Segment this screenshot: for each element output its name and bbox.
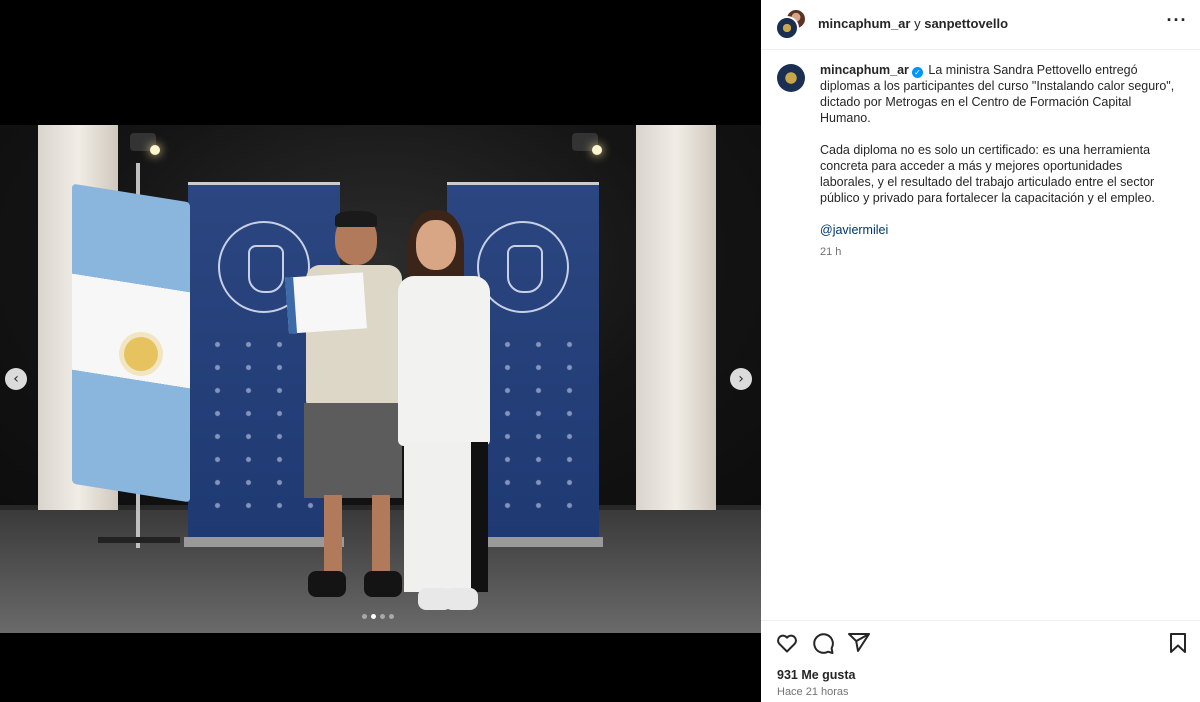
- caption-timestamp[interactable]: 21 h: [820, 244, 1178, 260]
- flag-sun: [124, 337, 158, 371]
- carousel-indicator: [362, 614, 394, 619]
- verified-badge-icon: ✓: [911, 67, 923, 78]
- comment-icon[interactable]: [811, 631, 835, 655]
- likes-count[interactable]: 931 Me gusta: [777, 668, 856, 682]
- man-leg: [324, 495, 342, 575]
- carousel-dot: [362, 614, 367, 619]
- send-icon[interactable]: [847, 631, 871, 655]
- post-header: mincaphum_ar y sanpettovello ···: [761, 0, 1200, 50]
- woman-pants: [404, 442, 488, 592]
- author-link-2[interactable]: sanpettovello: [924, 16, 1008, 31]
- post-photo[interactable]: [0, 125, 761, 633]
- post-side-panel: mincaphum_ar y sanpettovello ··· mincaph…: [761, 0, 1200, 702]
- person-woman: [388, 210, 498, 615]
- stage-light-right: [572, 133, 602, 155]
- post-actions: [761, 620, 1200, 664]
- chevron-right-icon[interactable]: ›: [730, 368, 752, 390]
- caption-body: mincaphum_ar ✓ La ministra Sandra Pettove…: [820, 62, 1178, 260]
- stage-light-left: [130, 133, 160, 155]
- post-authors: mincaphum_ar y sanpettovello: [818, 16, 1008, 31]
- caption-username[interactable]: mincaphum_ar: [820, 63, 909, 77]
- heart-icon[interactable]: [775, 631, 799, 655]
- author-joiner: y: [910, 16, 925, 31]
- diploma-certificate: [285, 272, 367, 334]
- author-link-1[interactable]: mincaphum_ar: [818, 16, 910, 31]
- flag-stand: [98, 537, 180, 543]
- post-date: Hace 21 horas: [777, 686, 849, 698]
- carousel-dot: [389, 614, 394, 619]
- caption-paragraph-2: Cada diploma no es solo un certificado: …: [820, 143, 1155, 205]
- woman-shoe: [444, 588, 478, 610]
- mention-link[interactable]: @javiermilei: [820, 222, 1178, 238]
- post-media: ‹ ›: [0, 0, 761, 702]
- woman-jacket: [398, 276, 490, 446]
- man-shoe: [308, 571, 346, 597]
- woman-head: [416, 220, 456, 270]
- carousel-dot: [371, 614, 376, 619]
- avatar-mincaphum[interactable]: [775, 16, 799, 40]
- bookmark-icon[interactable]: [1166, 631, 1190, 655]
- collab-avatars[interactable]: [775, 8, 807, 40]
- chevron-left-icon[interactable]: ‹: [5, 368, 27, 390]
- photo-pillar-right: [636, 125, 716, 510]
- man-hair: [335, 211, 377, 227]
- more-horizontal-icon[interactable]: ···: [1165, 10, 1189, 34]
- carousel-dot: [380, 614, 385, 619]
- caption-avatar[interactable]: [777, 64, 805, 92]
